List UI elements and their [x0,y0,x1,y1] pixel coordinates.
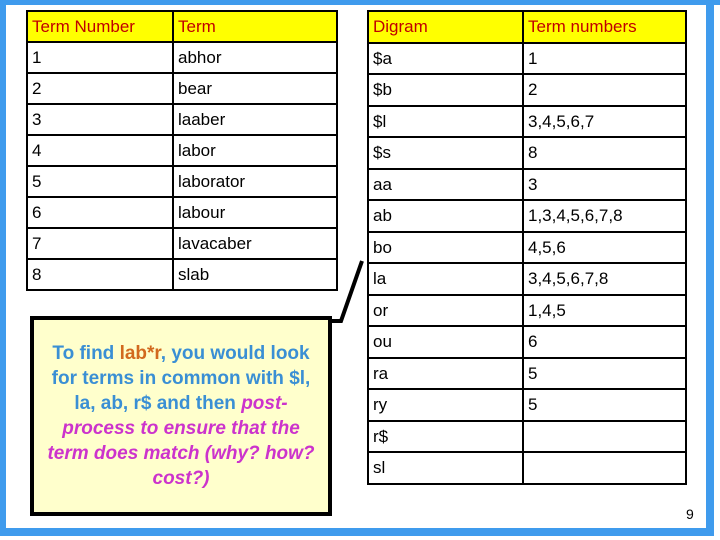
explanation-callout: To find lab*r, you would look for terms … [30,316,332,516]
cell-digram: aa [367,167,524,201]
cell-term-numbers: 1,3,4,5,6,7,8 [522,199,687,233]
digram-table: Digram Term numbers $a 1 $b 2 $l 3,4,5,6,7 $s 8… [367,10,687,485]
callout-text: To find lab*r, you would look for terms … [40,341,322,491]
table-row: $b 2 [367,73,687,107]
table-row: la 3,4,5,6,7,8 [367,262,687,296]
cell-digram: $b [367,73,524,107]
callout-text-segment: To find [52,343,120,364]
cell-digram: $l [367,104,524,138]
table-row: 3 laaber [26,103,338,136]
table-row: 7 lavacaber [26,227,338,260]
cell-digram: r$ [367,419,524,453]
table-row: ou 6 [367,325,687,359]
cell-term-numbers: 1,4,5 [522,293,687,327]
cell-term: laaber [172,103,338,136]
cell-term-number: 7 [26,227,174,260]
cell-term: labour [172,196,338,229]
cell-digram: la [367,262,524,296]
table-row: $l 3,4,5,6,7 [367,104,687,138]
cell-term-number: 8 [26,258,174,291]
cell-term-numbers: 3,4,5,6,7 [522,104,687,138]
table-row: 6 labour [26,196,338,229]
table-row: ry 5 [367,388,687,422]
table-row: 2 bear [26,72,338,105]
cell-term-numbers: 8 [522,136,687,170]
cell-digram: or [367,293,524,327]
frame-border-bottom [0,528,714,536]
table-header-row: Term Number Term [26,10,338,43]
frame-border-left [0,4,6,536]
cell-digram: sl [367,451,524,485]
table-row: $s 8 [367,136,687,170]
cell-term-numbers [522,451,687,485]
cell-term: laborator [172,165,338,198]
page-number: 9 [686,506,694,522]
table-row: 8 slab [26,258,338,291]
cell-term: slab [172,258,338,291]
slide-canvas: Term Number Term 1 abhor 2 bear 3 laaber 4 labo… [0,0,720,540]
cell-term-number: 6 [26,196,174,229]
cell-digram: ou [367,325,524,359]
cell-term-numbers: 6 [522,325,687,359]
cell-term: bear [172,72,338,105]
cell-term-number: 1 [26,41,174,74]
table-row: 1 abhor [26,41,338,74]
cell-digram: $s [367,136,524,170]
term-table: Term Number Term 1 abhor 2 bear 3 laaber 4 labo… [26,10,338,291]
column-header-term: Term [172,10,338,43]
cell-digram: $a [367,41,524,75]
table-header-row: Digram Term numbers [367,10,687,44]
cell-term-numbers: 3 [522,167,687,201]
cell-digram: ab [367,199,524,233]
table-row: sl [367,451,687,485]
callout-text-segment: lab*r [119,343,161,364]
cell-term-numbers: 1 [522,41,687,75]
cell-term: labor [172,134,338,167]
cell-term-numbers: 3,4,5,6,7,8 [522,262,687,296]
cell-term-number: 4 [26,134,174,167]
cell-digram: bo [367,230,524,264]
cell-term-number: 5 [26,165,174,198]
cell-term-numbers: 2 [522,73,687,107]
table-row: ab 1,3,4,5,6,7,8 [367,199,687,233]
frame-border-top [0,0,720,5]
cell-term-number: 3 [26,103,174,136]
table-row: or 1,4,5 [367,293,687,327]
cell-term: lavacaber [172,227,338,260]
cell-digram: ry [367,388,524,422]
column-header-term-number: Term Number [26,10,174,43]
table-row: 4 labor [26,134,338,167]
cell-term-numbers: 5 [522,356,687,390]
table-row: 5 laborator [26,165,338,198]
table-row: bo 4,5,6 [367,230,687,264]
frame-border-right [706,4,714,536]
column-header-term-numbers: Term numbers [522,10,687,44]
cell-term-numbers: 5 [522,388,687,422]
cell-term-numbers [522,419,687,453]
cell-term-number: 2 [26,72,174,105]
column-header-digram: Digram [367,10,524,44]
cell-term-numbers: 4,5,6 [522,230,687,264]
table-row: ra 5 [367,356,687,390]
cell-digram: ra [367,356,524,390]
table-row: aa 3 [367,167,687,201]
table-row: $a 1 [367,41,687,75]
table-row: r$ [367,419,687,453]
cell-term: abhor [172,41,338,74]
